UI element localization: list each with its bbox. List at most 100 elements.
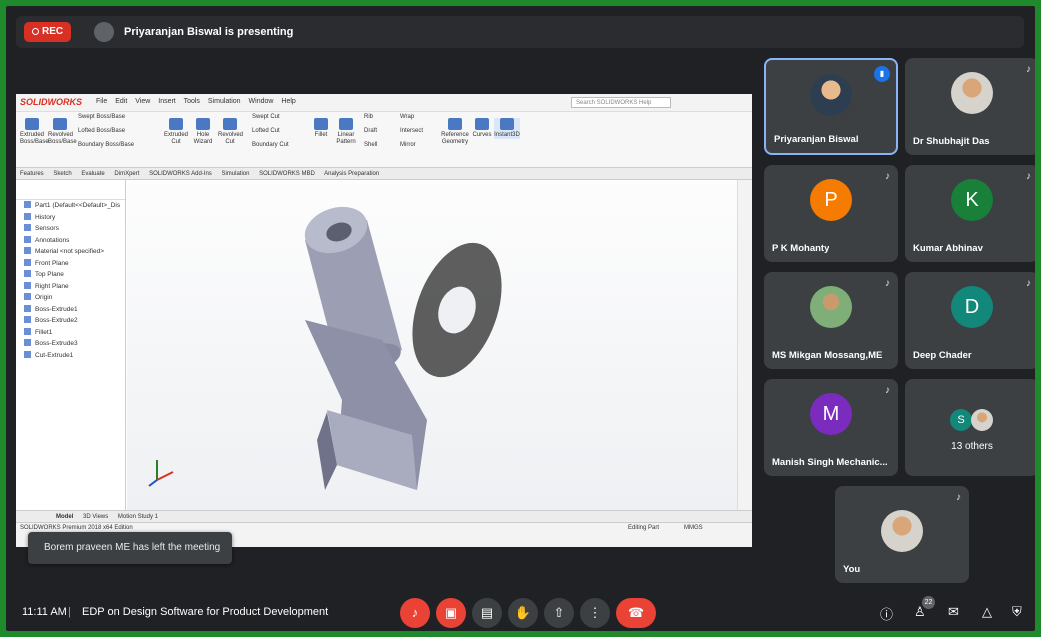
- tile-self[interactable]: ♪ You: [835, 486, 969, 583]
- ribbon-fillet[interactable]: Fillet: [312, 118, 330, 139]
- feature-tree: Part1 (Default<<Default>_Dis History Sen…: [16, 180, 126, 510]
- mic-off-icon: ♪: [956, 492, 961, 503]
- ribbon-boundary-boss[interactable]: Boundary Boss/Base: [78, 142, 138, 149]
- mic-off-icon: ♪: [411, 605, 419, 620]
- mic-off-icon: ♪: [1026, 278, 1031, 289]
- tree-item[interactable]: Annotations: [16, 235, 125, 247]
- meeting-details-button[interactable]: ⓘ: [880, 604, 893, 623]
- mic-toggle-button[interactable]: ♪: [400, 598, 430, 628]
- tree-item[interactable]: Fillet1: [16, 327, 125, 339]
- mic-off-icon: ♪: [1026, 64, 1031, 75]
- chat-button[interactable]: ✉: [948, 604, 959, 620]
- tile-shubhajit[interactable]: ♪ Dr Shubhajit Das: [905, 58, 1035, 155]
- avatar: [810, 74, 852, 116]
- tab-dimxpert[interactable]: DimXpert: [114, 171, 139, 177]
- ribbon-linear-pattern[interactable]: Linear Pattern: [334, 118, 358, 146]
- avatar: [810, 286, 852, 328]
- tree-item[interactable]: History: [16, 212, 125, 224]
- ribbon-swept-cut[interactable]: Swept Cut: [252, 114, 302, 121]
- ribbon-extruded-boss[interactable]: Extruded Boss/Base: [20, 118, 49, 146]
- menu-file[interactable]: File: [96, 98, 107, 105]
- tab-analysis-prep[interactable]: Analysis Preparation: [324, 171, 379, 177]
- camera-toggle-button[interactable]: ▣: [436, 598, 466, 628]
- menu-tools[interactable]: Tools: [184, 98, 200, 105]
- tile-kumar-abhinav[interactable]: K ♪ Kumar Abhinav: [905, 165, 1035, 262]
- tab-features[interactable]: Features: [20, 171, 44, 177]
- graphics-area[interactable]: [127, 180, 737, 510]
- tab-addins[interactable]: SOLIDWORKS Add-Ins: [149, 171, 212, 177]
- menu-edit[interactable]: Edit: [115, 98, 127, 105]
- tab-evaluate[interactable]: Evaluate: [81, 171, 104, 177]
- ribbon-shell[interactable]: Shell: [364, 142, 394, 149]
- menu-insert[interactable]: Insert: [158, 98, 176, 105]
- task-pane[interactable]: [737, 180, 752, 510]
- tile-pk-mohanty[interactable]: P ♪ P K Mohanty: [764, 165, 898, 262]
- tile-others[interactable]: S 13 others: [905, 379, 1035, 476]
- tree-item[interactable]: Sensors: [16, 223, 125, 235]
- tree-item[interactable]: Material <not specified>: [16, 246, 125, 258]
- tree-item[interactable]: Boss-Extrude2: [16, 315, 125, 327]
- ribbon-swept-boss[interactable]: Swept Boss/Base: [78, 114, 138, 121]
- status-editing: Editing Part: [628, 525, 660, 531]
- ribbon-reference-geometry[interactable]: Reference Geometry: [440, 118, 470, 146]
- tile-mikgan[interactable]: ♪ MS Mikgan Mossang,ME: [764, 272, 898, 369]
- tile-deep-chader[interactable]: D ♪ Deep Chader: [905, 272, 1035, 369]
- participant-name: MS Mikgan Mossang,ME: [772, 350, 883, 361]
- tree-item[interactable]: Part1 (Default<<Default>_Dis: [16, 200, 125, 212]
- ribbon-rib[interactable]: Rib: [364, 114, 394, 121]
- ribbon-lofted-cut[interactable]: Lofted Cut: [252, 128, 302, 135]
- shared-screen[interactable]: SOLIDWORKS File Edit View Insert Tools S…: [16, 94, 752, 547]
- more-options-button[interactable]: ⋮: [580, 598, 610, 628]
- 3d-part-model: [148, 206, 502, 490]
- ribbon-intersect[interactable]: Intersect: [400, 128, 440, 135]
- leave-call-button[interactable]: ☎: [616, 598, 656, 628]
- avatar: M: [810, 393, 852, 435]
- tree-item[interactable]: Boss-Extrude1: [16, 304, 125, 316]
- solidworks-titlebar: SOLIDWORKS File Edit View Insert Tools S…: [16, 94, 752, 112]
- recording-badge[interactable]: REC: [24, 22, 72, 42]
- tab-sketch[interactable]: Sketch: [53, 171, 71, 177]
- participant-name: Dr Shubhajit Das: [913, 136, 990, 147]
- tree-item[interactable]: Origin: [16, 292, 125, 304]
- tile-manish[interactable]: M ♪ Manish Singh Mechanic...: [764, 379, 898, 476]
- ribbon-mirror[interactable]: Mirror: [400, 142, 440, 149]
- instant3d-icon: [500, 118, 514, 130]
- menu-help[interactable]: Help: [281, 98, 295, 105]
- avatar: [881, 510, 923, 552]
- ribbon-revolved-boss[interactable]: Revolved Boss/Base: [48, 118, 77, 146]
- ribbon-wrap[interactable]: Wrap: [400, 114, 440, 121]
- captions-button[interactable]: ▤: [472, 598, 502, 628]
- tree-item[interactable]: Top Plane: [16, 269, 125, 281]
- present-button[interactable]: ⇧: [544, 598, 574, 628]
- tab-mbd[interactable]: SOLIDWORKS MBD: [259, 171, 315, 177]
- tab-model[interactable]: Model: [56, 514, 73, 520]
- ribbon-hole-wizard[interactable]: Hole Wizard: [192, 118, 214, 146]
- host-controls-button[interactable]: ⛨: [1012, 604, 1022, 620]
- tree-item[interactable]: Front Plane: [16, 258, 125, 270]
- solidworks-search[interactable]: Search SOLIDWORKS Help: [571, 97, 671, 108]
- tree-item[interactable]: Boss-Extrude3: [16, 338, 125, 350]
- avatar: [951, 72, 993, 114]
- ribbon-boundary-cut[interactable]: Boundary Cut: [252, 142, 302, 149]
- extrude-icon: [25, 118, 39, 130]
- ribbon-revolved-cut[interactable]: Revolved Cut: [218, 118, 243, 146]
- speaking-icon: ▮: [874, 66, 890, 82]
- raise-hand-button[interactable]: ✋: [508, 598, 538, 628]
- tree-item[interactable]: Cut-Extrude1: [16, 350, 125, 362]
- ribbon-instant3d[interactable]: Instant3D: [494, 118, 520, 139]
- tree-item[interactable]: Right Plane: [16, 281, 125, 293]
- tab-simulation[interactable]: Simulation: [221, 171, 249, 177]
- ribbon-curves[interactable]: Curves: [472, 118, 492, 139]
- tab-motion-study[interactable]: Motion Study 1: [118, 514, 158, 520]
- hole-icon: [196, 118, 210, 130]
- menu-window[interactable]: Window: [249, 98, 274, 105]
- status-units[interactable]: MMGS: [684, 525, 703, 531]
- menu-view[interactable]: View: [135, 98, 150, 105]
- tile-priyaranjan[interactable]: ▮ Priyaranjan Biswal: [764, 58, 898, 155]
- ribbon-extruded-cut[interactable]: Extruded Cut: [164, 118, 188, 146]
- ribbon-draft[interactable]: Draft: [364, 128, 394, 135]
- activities-button[interactable]: △: [982, 604, 992, 620]
- tab-3d-views[interactable]: 3D Views: [83, 514, 108, 520]
- menu-simulation[interactable]: Simulation: [208, 98, 241, 105]
- ribbon-lofted-boss[interactable]: Lofted Boss/Base: [78, 128, 138, 135]
